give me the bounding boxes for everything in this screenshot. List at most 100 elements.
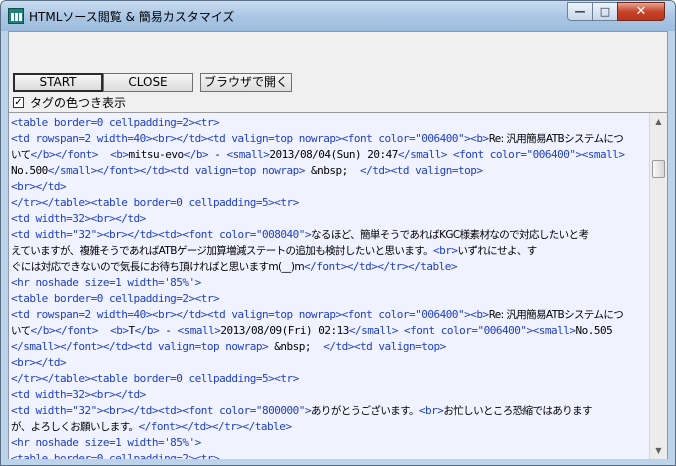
maximize-icon: □ (599, 5, 611, 18)
html-tag-text: <font color="006400"><small> (404, 324, 576, 337)
close-icon: ✕ (635, 4, 647, 19)
html-tag-text: <td rowspan=2 width=40><br></td><td vali… (11, 132, 489, 145)
content-text: いて (11, 325, 31, 337)
content-text: - (159, 324, 178, 337)
html-tag-text: <td width=32><br></td> (11, 212, 146, 225)
source-line: No.500</small></font></td><td valign=top… (11, 163, 647, 179)
content-text: ありがとうございます。 (311, 405, 419, 417)
title-bar[interactable]: HTMLソース閲覧 & 簡易カスタマイズ — □ ✕ (1, 1, 675, 31)
content-text: 2013/08/09(Fri) 02:13 (220, 324, 349, 337)
content-text: Re: 汎用簡易ATBシステムにつ (488, 309, 624, 321)
source-line: が、よろしくお願いします。</font></td></tr></table> (11, 419, 647, 435)
client-area: START CLOSE ブラウザで開く ✓ タグの色つき表示 <table bo… (8, 31, 668, 459)
open-in-browser-button[interactable]: ブラウザで開く (200, 73, 292, 92)
window-close-button[interactable]: ✕ (617, 2, 665, 21)
app-icon (8, 8, 24, 24)
source-line: <hr noshade size=1 width='85%'> (11, 435, 647, 451)
html-tag-text: <table border=0 cellpadding=2><tr> (11, 452, 220, 459)
content-text: &nbsp; (268, 340, 324, 353)
tag-color-label: タグの色つき表示 (30, 96, 127, 110)
content-text: えていますが、複雑そうであればATBゲージ加算増減ステートの追加も検討したいと思… (11, 245, 434, 257)
minimize-button[interactable]: — (567, 2, 593, 21)
content-text (98, 148, 110, 161)
html-tag-text: <td rowspan=2 width=40><br></td><td vali… (11, 308, 489, 321)
source-line: <br></td> (11, 179, 647, 195)
source-line: <td width="32"><br></td><td><font color=… (11, 227, 647, 243)
html-tag-text: <font color="006400"><small> (453, 148, 625, 161)
source-line: <table border=0 cellpadding=2><tr> (11, 291, 647, 307)
html-tag-text: <br></td> (11, 356, 67, 369)
source-line: </small></font></td><td valign=top nowra… (11, 339, 647, 355)
source-line: いて</b></font> <b>mitsu-evo</b> - <small>… (11, 147, 647, 163)
source-line: えていますが、複雑そうであればATBゲージ加算増減ステートの追加も検討したいと思… (11, 243, 647, 259)
source-line: </tr></table><table border=0 cellpadding… (11, 371, 647, 387)
source-line: <table border=0 cellpadding=2><tr> (11, 115, 647, 131)
html-tag-text: <br> (432, 244, 458, 257)
html-tag-text: <small> (226, 148, 270, 161)
html-tag-text: </tr></table><table border=0 cellpadding… (11, 196, 299, 209)
vertical-scrollbar[interactable]: ▲ ▼ (649, 113, 667, 459)
content-text: &nbsp; (304, 164, 361, 177)
source-textarea[interactable]: <table border=0 cellpadding=2><tr> <td ro… (9, 112, 667, 459)
maximize-button[interactable]: □ (592, 2, 618, 21)
source-line: <br></td> (11, 355, 647, 371)
html-tag-text: <td width="32"><br></td><td><font color=… (11, 404, 312, 417)
start-button[interactable]: START (13, 73, 103, 92)
content-text (98, 324, 110, 337)
tag-color-option[interactable]: ✓ タグの色つき表示 (13, 95, 213, 111)
html-tag-text: </small> (348, 324, 398, 337)
content-text: No.505 (575, 324, 613, 337)
content-text: いずれにせよ、す (457, 245, 537, 257)
html-tag-text: <hr noshade size=1 width='85%'> (11, 276, 201, 289)
html-tag-text: </td><td valign=top> (360, 164, 483, 177)
html-tag-text: </b> (134, 324, 160, 337)
content-text: mitsu-evo (128, 148, 184, 161)
html-tag-text: </small></font></td><td valign=top nowra… (11, 340, 269, 353)
source-line: <td rowspan=2 width=40><br></td><td vali… (11, 131, 647, 147)
html-tag-text: <br> (418, 404, 444, 417)
html-tag-text: <b> (110, 324, 129, 337)
html-tag-text: <td width=32><br></td> (11, 388, 146, 401)
content-text: ぐには対応できないので気長にお待ち頂ければと思いますm(__)m (11, 261, 305, 273)
source-line: <table border=0 cellpadding=2><tr> (11, 451, 647, 459)
html-tag-text: </b> (183, 148, 209, 161)
html-tag-text: <hr noshade size=1 width='85%'> (11, 436, 201, 449)
window-title: HTMLソース閲覧 & 簡易カスタマイズ (29, 10, 235, 24)
html-tag-text: </tr></table><table border=0 cellpadding… (11, 372, 299, 385)
html-tag-text: <b> (110, 148, 129, 161)
html-tag-text: </b></font> (30, 324, 99, 337)
scroll-thumb[interactable] (652, 160, 665, 178)
minimize-icon: — (574, 5, 586, 18)
source-line: <td width=32><br></td> (11, 387, 647, 403)
source-line: <td width="32"><br></td><td><font color=… (11, 403, 647, 419)
content-text: - (208, 148, 227, 161)
source-code: <table border=0 cellpadding=2><tr> <td ro… (11, 115, 647, 459)
html-tag-text: <table border=0 cellpadding=2><tr> (11, 116, 220, 129)
tag-color-checkbox[interactable]: ✓ (13, 97, 24, 108)
html-tag-text: <br></td> (11, 180, 67, 193)
html-tag-text: </td><td valign=top> (323, 340, 446, 353)
html-tag-text: <td width="32"><br></td><td><font color=… (11, 228, 312, 241)
content-text: なるほど、簡単そうであればKGC様素材なので対応したいと考 (311, 229, 589, 241)
close-button[interactable]: CLOSE (103, 73, 193, 92)
source-line: <td rowspan=2 width=40><br></td><td vali… (11, 307, 647, 323)
html-tag-text: </small> (397, 148, 447, 161)
html-tag-text: <small> (177, 324, 221, 337)
content-text: いて (11, 149, 31, 161)
html-tag-text: <table border=0 cellpadding=2><tr> (11, 292, 220, 305)
source-line: いて</b></font> <b>T</b> - <small>2013/08/… (11, 323, 647, 339)
content-text: No.500 (11, 164, 48, 177)
source-line: ぐには対応できないので気長にお待ち頂ければと思いますm(__)m</font><… (11, 259, 647, 275)
source-line: <td width=32><br></td> (11, 211, 647, 227)
html-tag-text: </b></font> (30, 148, 99, 161)
content-text: が、よろしくお願いします。 (11, 421, 139, 433)
content-text: お忙しいところ恐縮ではあります (443, 405, 592, 417)
source-line: </tr></table><table border=0 cellpadding… (11, 195, 647, 211)
html-tag-text: </font></td></tr></table> (138, 420, 292, 433)
scroll-down-icon[interactable]: ▼ (651, 442, 666, 459)
content-text: 2013/08/04(Sun) 20:47 (269, 148, 398, 161)
scroll-up-icon[interactable]: ▲ (651, 113, 666, 130)
html-tag-text: </small></font></td><td valign=top nowra… (47, 164, 306, 177)
content-text: Re: 汎用簡易ATBシステムにつ (488, 133, 624, 145)
app-window: HTMLソース閲覧 & 簡易カスタマイズ — □ ✕ START CLOSE ブ… (0, 0, 676, 466)
